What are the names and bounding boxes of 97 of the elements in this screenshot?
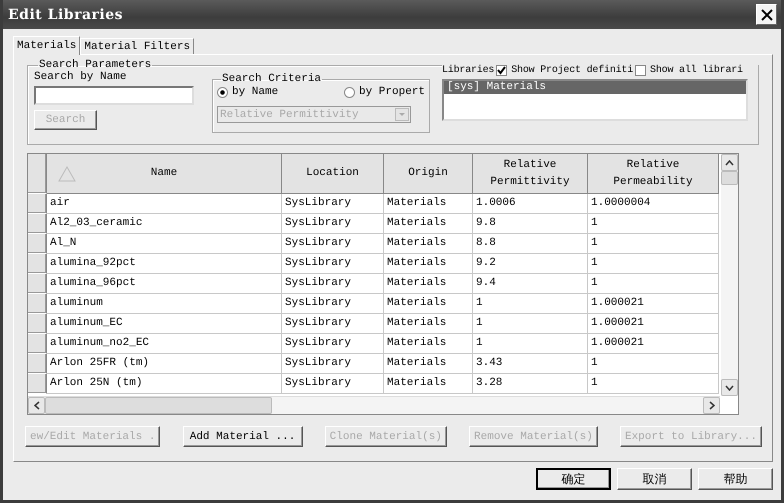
table-cell: SysLibrary: [282, 234, 384, 254]
checkbox-label: Show all librari: [650, 65, 743, 76]
radio-button[interactable]: [217, 86, 228, 98]
radio-button[interactable]: [344, 86, 355, 98]
table-cell: 3.28: [473, 374, 588, 394]
table-cell: 1: [588, 234, 719, 254]
table-cell: 9.8: [473, 214, 588, 234]
column-header[interactable]: Relative Permittivity: [473, 154, 588, 194]
sort-icon: [58, 166, 76, 182]
table-cell: SysLibrary: [282, 214, 384, 234]
scroll-thumb[interactable]: [721, 171, 738, 185]
row-header[interactable]: [28, 254, 47, 274]
table-cell: 1.000021: [588, 294, 719, 314]
column-header[interactable]: Location: [282, 154, 384, 194]
field-label: Search by Name: [34, 71, 128, 83]
row-header[interactable]: [28, 274, 47, 294]
table-cell: Materials: [384, 314, 473, 334]
table-cell: 1: [473, 314, 588, 334]
scroll-left-icon: [34, 401, 40, 410]
table-cell: Al_N: [47, 234, 282, 254]
search-name-field[interactable]: [34, 86, 194, 105]
close-icon: [760, 8, 772, 20]
column-header[interactable]: Relative Permeability: [588, 154, 719, 194]
library-item[interactable]: [sys] Materials: [444, 81, 746, 94]
table-cell: Materials: [384, 294, 473, 314]
tab[interactable]: Materials: [13, 36, 80, 55]
row-header[interactable]: [28, 194, 47, 214]
table-cell: Al2_03_ceramic: [47, 214, 282, 234]
table-cell: 1.000021: [588, 334, 719, 354]
checkbox-label: Show Project definiti: [511, 65, 634, 76]
row-header[interactable]: [28, 334, 47, 354]
dialog-button[interactable]: 取消: [617, 468, 692, 490]
table-cell: Materials: [384, 354, 473, 374]
row-header[interactable]: [28, 294, 47, 314]
table-cell: 1: [588, 214, 719, 234]
row-header[interactable]: [28, 354, 47, 374]
table-cell: 1: [588, 274, 719, 294]
row-header[interactable]: [28, 214, 47, 234]
column-header[interactable]: Origin: [384, 154, 473, 194]
vertical-scrollbar[interactable]: [721, 154, 738, 396]
checkbox[interactable]: [635, 65, 646, 76]
table-cell: Materials: [384, 254, 473, 274]
group-title: Search Criteria: [221, 73, 322, 85]
dialog-button[interactable]: 帮助: [698, 468, 773, 490]
table-cell: SysLibrary: [282, 314, 384, 334]
table-cell: 8.8: [473, 234, 588, 254]
table-cell: Materials: [384, 234, 473, 254]
table-cell: 9.4: [473, 274, 588, 294]
radio-label: by Propert: [358, 86, 425, 98]
scroll-up-icon: [725, 160, 734, 166]
table-cell: air: [47, 194, 282, 214]
table-cell: alumina_96pct: [47, 274, 282, 294]
horizontal-scrollbar[interactable]: [28, 396, 720, 414]
table-cell: 1: [588, 354, 719, 374]
table-cell: 1: [588, 374, 719, 394]
table-cell: Materials: [384, 334, 473, 354]
row-header[interactable]: [28, 234, 47, 254]
libraries-label: Libraries: [442, 65, 494, 76]
table-cell: 1.0000004: [588, 194, 719, 214]
table-cell: 3.43: [473, 354, 588, 374]
radio-label: by Name: [232, 86, 278, 98]
table-cell: aluminum: [47, 294, 282, 314]
column-header[interactable]: Name: [47, 154, 282, 194]
table-cell: Materials: [384, 274, 473, 294]
table-cell: 1: [473, 294, 588, 314]
table-cell: SysLibrary: [282, 194, 384, 214]
scroll-right-icon: [708, 401, 714, 410]
row-header[interactable]: [28, 374, 47, 394]
table-cell: 1: [473, 334, 588, 354]
table-cell: 1: [588, 254, 719, 274]
scroll-thumb[interactable]: [45, 397, 272, 414]
table-cell: SysLibrary: [282, 254, 384, 274]
table-cell: SysLibrary: [282, 274, 384, 294]
table-cell: Materials: [384, 214, 473, 234]
table-cell: Materials: [384, 374, 473, 394]
dialog-button[interactable]: 确定: [536, 468, 611, 490]
table-cell: SysLibrary: [282, 354, 384, 374]
table-cell: aluminum_EC: [47, 314, 282, 334]
table-cell: aluminum_no2_EC: [47, 334, 282, 354]
table-cell: SysLibrary: [282, 334, 384, 354]
window-title: Edit Libraries: [8, 6, 124, 22]
table-cell: Arlon 25N (tm): [47, 374, 282, 394]
checkbox[interactable]: [496, 65, 508, 76]
table-cell: Materials: [384, 194, 473, 214]
table-cell: 9.2: [473, 254, 588, 274]
action-button[interactable]: Add Material ...: [182, 426, 303, 447]
row-header[interactable]: [28, 314, 47, 334]
close-button[interactable]: [756, 4, 777, 25]
table-cell: alumina_92pct: [47, 254, 282, 274]
table-cell: 1.000021: [588, 314, 719, 334]
table-cell: Arlon 25FR (tm): [47, 354, 282, 374]
table-cell: SysLibrary: [282, 294, 384, 314]
scroll-down-icon: [725, 384, 734, 390]
table-cell: SysLibrary: [282, 374, 384, 394]
table-cell: 1.0006: [473, 194, 588, 214]
tab[interactable]: Material Filters: [80, 38, 194, 54]
group-title: Search Parameters: [38, 59, 152, 71]
